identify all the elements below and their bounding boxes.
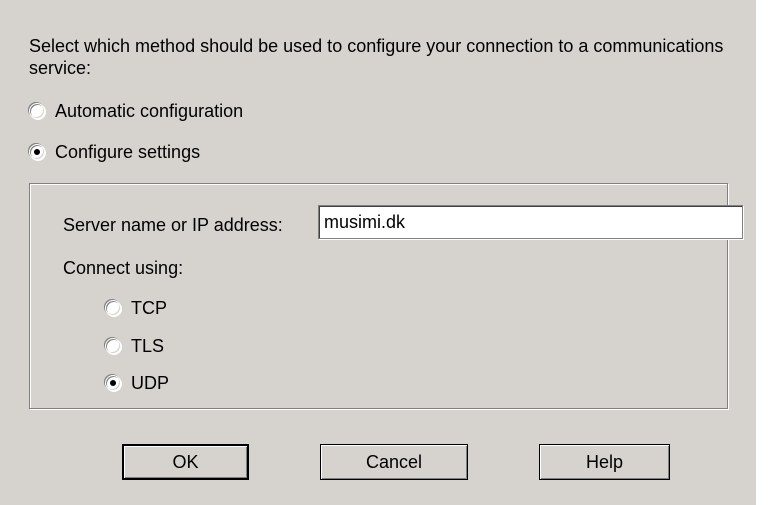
radio-dot-icon [34,149,40,155]
radio-dot-icon [110,380,116,386]
radio-automatic-configuration[interactable]: Automatic configuration [29,98,243,124]
radio-udp[interactable]: UDP [105,370,169,396]
radio-tcp[interactable]: TCP [105,295,167,321]
cancel-button[interactable]: Cancel [320,444,468,480]
radio-label-udp: UDP [131,372,170,393]
radio-button-selected-icon[interactable] [105,375,121,391]
server-name-label: Server name or IP address: [63,215,283,235]
radio-button-icon[interactable] [29,103,45,119]
radio-button-icon[interactable] [105,300,121,316]
help-button[interactable]: Help [539,444,670,480]
radio-button-selected-icon[interactable] [29,144,45,160]
radio-label-automatic: Automatic configuration [55,100,244,121]
radio-configure-settings[interactable]: Configure settings [29,139,200,165]
ok-button[interactable]: OK [122,444,249,480]
radio-button-icon[interactable] [105,338,121,354]
radio-tls[interactable]: TLS [105,333,164,359]
intro-text: Select which method should be used to co… [29,36,724,78]
connection-settings-dialog: Select which method should be used to co… [0,0,756,505]
radio-label-tls: TLS [131,335,165,356]
connect-using-label: Connect using: [63,258,184,278]
radio-label-configure: Configure settings [55,141,201,162]
radio-label-tcp: TCP [131,297,167,318]
server-name-input[interactable] [318,205,743,239]
